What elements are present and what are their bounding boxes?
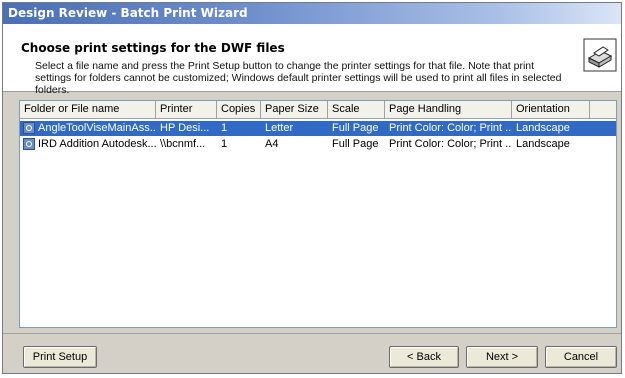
cell-page-handling: Print Color: Color; Print ...: [389, 138, 512, 150]
file-list[interactable]: Folder or File name Printer Copies Paper…: [19, 100, 617, 328]
cell-page-handling: Print Color: Color; Print ...: [389, 122, 512, 134]
list-column-header: Folder or File name Printer Copies Paper…: [20, 101, 616, 119]
cell-printer: \\bcnmf...: [160, 138, 206, 150]
cell-file-name: AngleToolViseMainAss...: [38, 122, 156, 134]
wizard-button-bar: Print Setup < Back Next > Cancel: [3, 333, 621, 374]
page-heading: Choose print settings for the DWF files: [21, 41, 285, 55]
col-copies[interactable]: Copies: [217, 101, 261, 118]
next-button[interactable]: Next >: [466, 346, 538, 368]
table-row[interactable]: IRD Addition Autodesk... \\bcnmf... 1 A4…: [20, 137, 616, 152]
cell-scale: Full Page: [332, 138, 379, 150]
printer-icon: [583, 38, 617, 72]
table-row[interactable]: AngleToolViseMainAss... HP Desi... 1 Let…: [20, 121, 616, 136]
cell-scale: Full Page: [332, 122, 379, 134]
cell-paper-size: A4: [265, 138, 279, 150]
col-filler: [590, 101, 616, 118]
cancel-button[interactable]: Cancel: [545, 346, 617, 368]
back-button[interactable]: < Back: [389, 346, 459, 368]
col-paper-size[interactable]: Paper Size: [261, 101, 328, 118]
batch-print-wizard-window: Design Review - Batch Print Wizard Choos…: [2, 2, 622, 374]
cell-printer: HP Desi...: [160, 122, 210, 134]
col-scale[interactable]: Scale: [328, 101, 385, 118]
wizard-header: Choose print settings for the DWF files …: [3, 24, 621, 96]
window-title: Design Review - Batch Print Wizard: [3, 3, 621, 24]
page-description: Select a file name and press the Print S…: [35, 60, 562, 96]
cell-file-name: IRD Addition Autodesk...: [38, 138, 156, 150]
cell-copies: 1: [221, 122, 228, 134]
cell-orientation: Landscape: [516, 138, 570, 150]
print-setup-button[interactable]: Print Setup: [23, 346, 97, 368]
col-folder-or-file-name[interactable]: Folder or File name: [20, 101, 156, 118]
cell-orientation: Landscape: [516, 122, 570, 134]
col-page-handling[interactable]: Page Handling: [385, 101, 512, 118]
col-printer[interactable]: Printer: [156, 101, 217, 118]
cell-paper-size: Letter: [265, 122, 294, 134]
cell-copies: 1: [221, 138, 228, 150]
col-orientation[interactable]: Orientation: [512, 101, 590, 118]
